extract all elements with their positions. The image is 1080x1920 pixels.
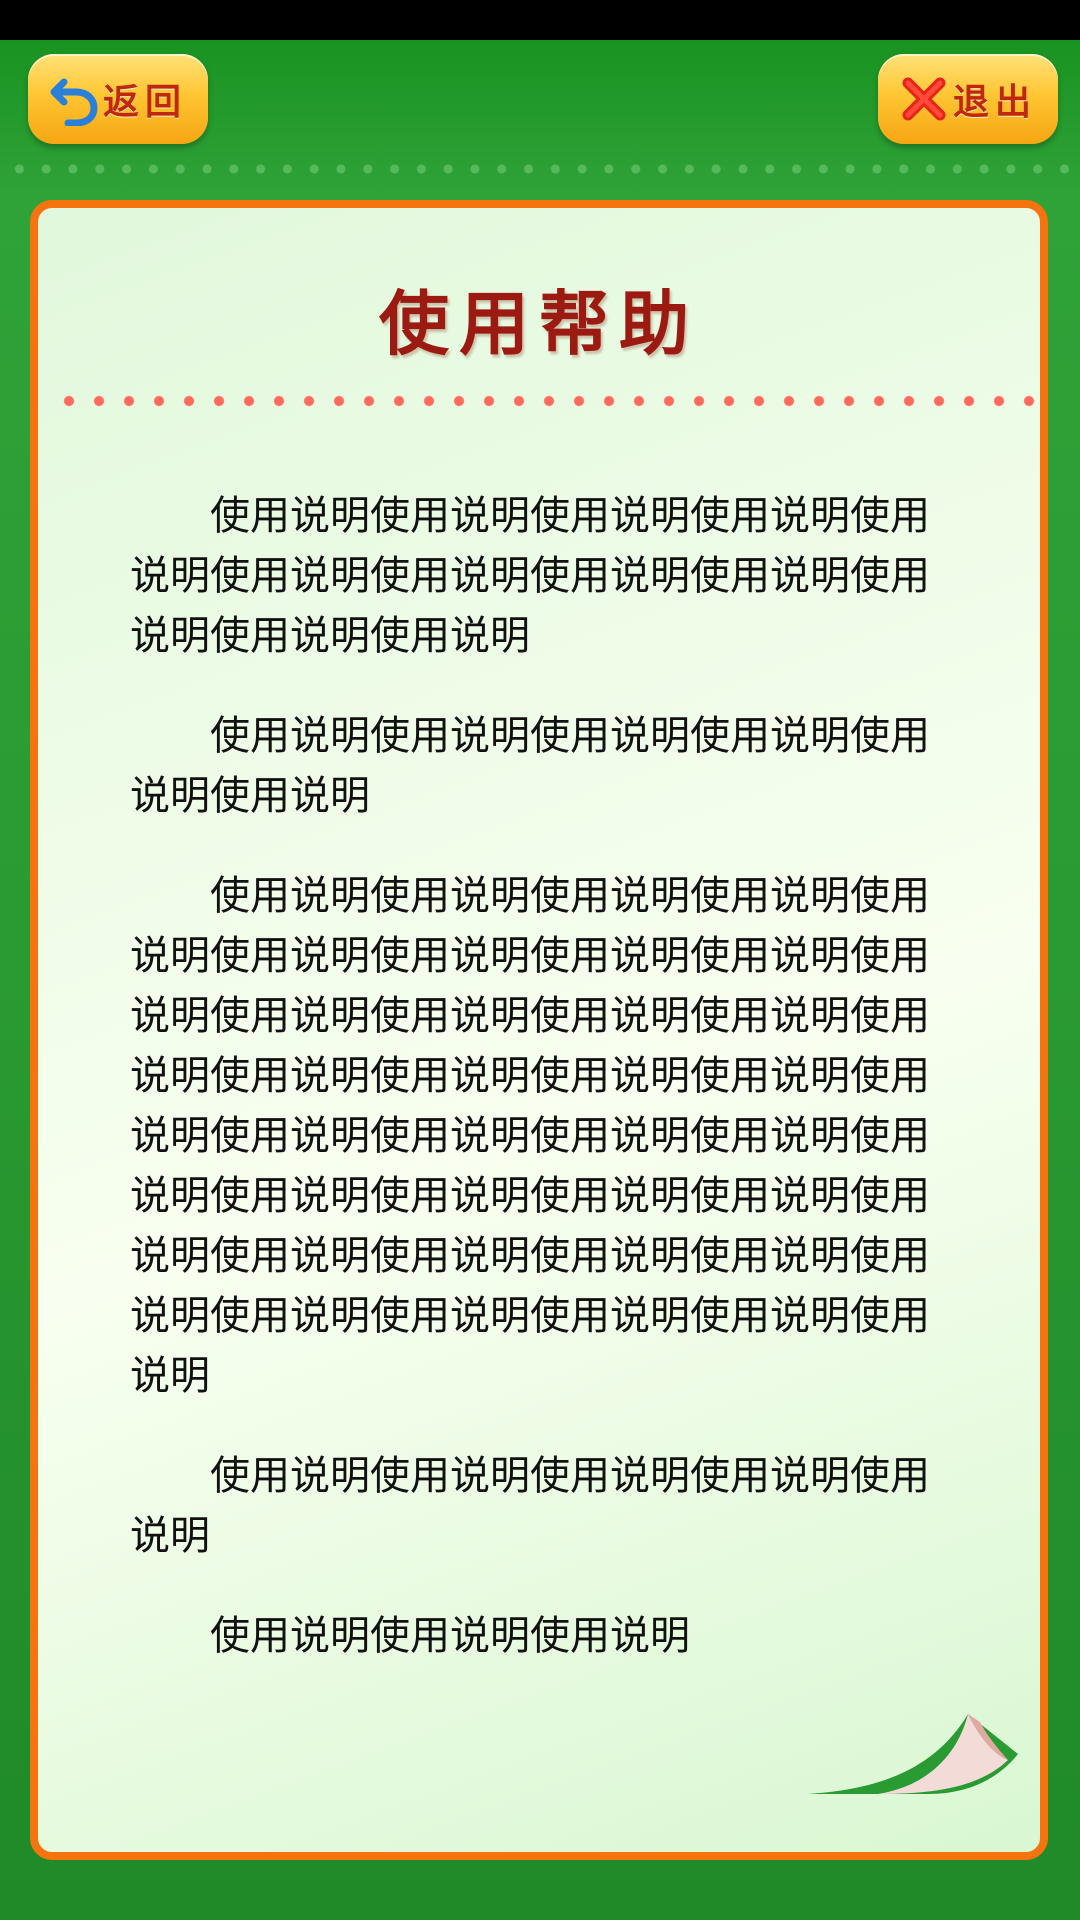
undo-arrow-icon (49, 71, 99, 127)
page-curl-decoration (808, 1714, 1018, 1794)
exit-button-label: 退出 (952, 82, 1037, 123)
help-card: 使用帮助 使用说明使用说明使用说明使用说明使用说明使用说明使用说明使用说明使用说… (30, 200, 1048, 1860)
back-button-label: 返回 (102, 82, 187, 123)
title-dotted-divider (48, 394, 1038, 408)
help-paragraph: 使用说明使用说明使用说明使用说明使用说明使用说明使用说明使用说明使用说明使用说明… (130, 493, 930, 659)
close-x-icon (899, 71, 949, 127)
page-title: 使用帮助 (379, 283, 699, 365)
header-dotted-divider (0, 162, 1080, 176)
help-paragraph: 使用说明使用说明使用说明使用说明使用说明 (130, 1453, 930, 1559)
help-paragraph: 使用说明使用说明使用说明使用说明使用说明使用说明使用说明使用说明使用说明使用说明… (130, 873, 930, 1399)
exit-button[interactable]: 退出 (878, 54, 1058, 144)
status-bar (0, 0, 1080, 40)
help-paragraph: 使用说明使用说明使用说明使用说明使用说明使用说明 (130, 713, 930, 819)
help-paragraph: 使用说明使用说明使用说明 (210, 1613, 690, 1659)
back-button[interactable]: 返回 (28, 54, 208, 144)
help-content: 使用说明使用说明使用说明使用说明使用说明使用说明使用说明使用说明使用说明使用说明… (130, 486, 930, 1706)
